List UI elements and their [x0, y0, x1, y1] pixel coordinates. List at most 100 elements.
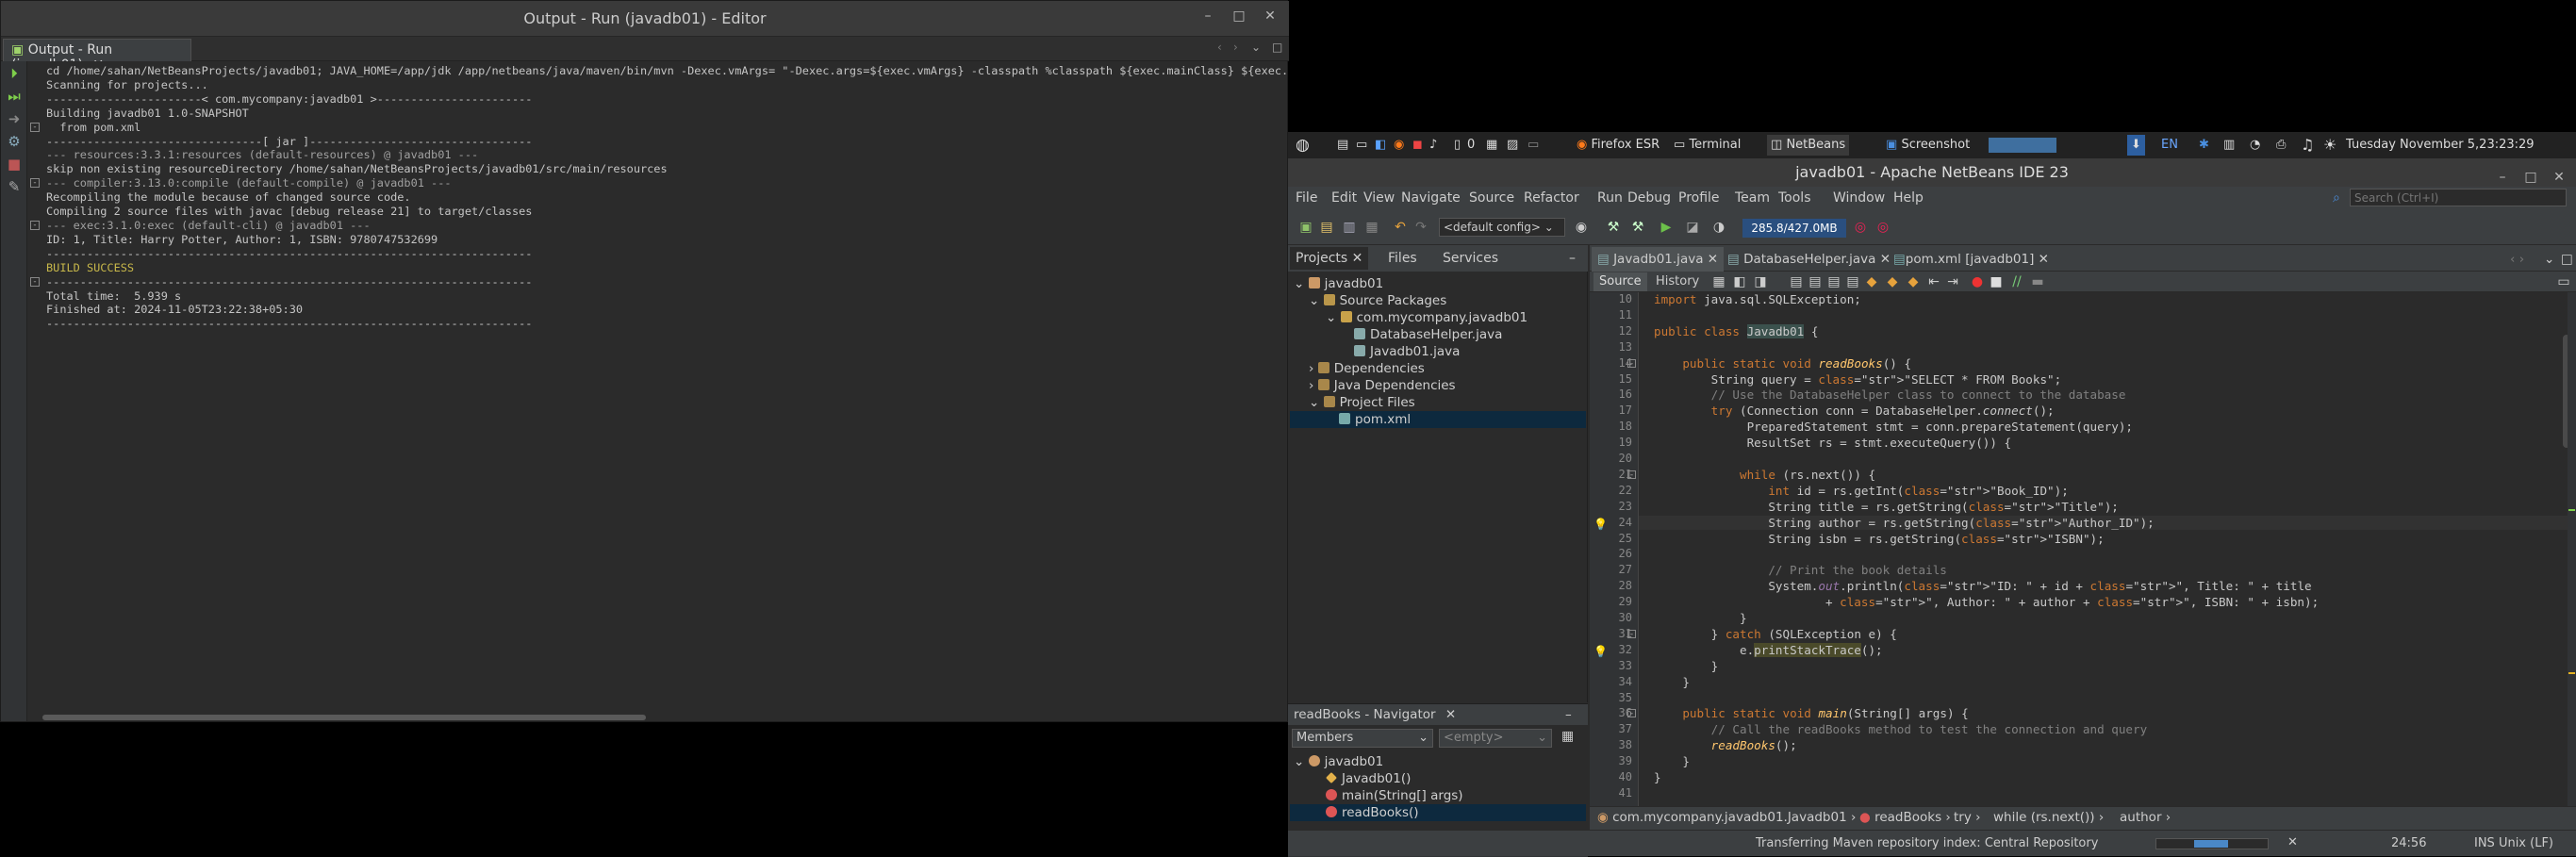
- menu-navigate[interactable]: Navigate: [1401, 190, 1461, 206]
- stop-icon[interactable]: ■: [6, 156, 23, 173]
- tab-list-icon[interactable]: ⌄: [1251, 41, 1261, 54]
- next-bookmark-icon[interactable]: ◆: [1884, 273, 1901, 290]
- editor-launcher-icon[interactable]: ◧: [1371, 135, 1390, 156]
- printer-icon[interactable]: ⎙: [2272, 135, 2289, 156]
- menu-file[interactable]: File: [1296, 190, 1317, 206]
- bluetooth-icon[interactable]: ✱: [2195, 135, 2213, 156]
- fold-toggle-icon[interactable]: -: [30, 220, 40, 230]
- fold-toggle-icon[interactable]: -: [1627, 470, 1636, 479]
- menu-edit[interactable]: Edit: [1331, 190, 1357, 206]
- task-screenshot[interactable]: ▣ Screenshot: [1882, 135, 1973, 156]
- menu-tools[interactable]: Tools: [1778, 190, 1811, 206]
- menu-team[interactable]: Team: [1735, 190, 1770, 206]
- hint-bulb-icon[interactable]: 💡: [1593, 518, 1608, 531]
- debug-icon[interactable]: ◪: [1684, 219, 1701, 236]
- code-area[interactable]: import java.sql.SQLException; public clas…: [1639, 292, 2572, 806]
- find-next-icon[interactable]: ▤: [1807, 273, 1824, 290]
- forward-icon[interactable]: ◨: [1752, 273, 1769, 290]
- music-icon[interactable]: ♫: [2297, 135, 2318, 156]
- scroll-left-icon[interactable]: ‹: [1217, 41, 1222, 54]
- menu-window[interactable]: Window: [1833, 190, 1885, 206]
- horizontal-scrollbar[interactable]: [42, 715, 646, 720]
- menu-profile[interactable]: Profile: [1678, 190, 1720, 206]
- source-mode-button[interactable]: Source: [1593, 272, 1647, 291]
- menu-view[interactable]: View: [1363, 190, 1395, 206]
- build-target-icon[interactable]: ◉: [1573, 219, 1590, 236]
- tree-file-pom[interactable]: pom.xml: [1290, 411, 1586, 428]
- breadcrumb-author[interactable]: author ›: [2120, 810, 2171, 825]
- keyboard-lang[interactable]: EN: [2157, 135, 2182, 156]
- tab-scroll-icon[interactable]: ‹ ›: [2504, 247, 2530, 272]
- tab-output-run[interactable]: ▣ Output - Run (javadb01) ✕: [3, 39, 191, 73]
- tab-files[interactable]: Files: [1382, 247, 1423, 270]
- tab-javadb01-java[interactable]: ▤ Javadb01.java ✕: [1592, 247, 1725, 272]
- toggle-bookmark-icon[interactable]: ◆: [1905, 273, 1922, 290]
- wrench-icon[interactable]: ✎: [6, 178, 23, 195]
- folder-icon[interactable]: ▦: [1482, 135, 1501, 156]
- minimize-panel-icon[interactable]: –: [1563, 247, 1581, 270]
- find-prev-icon[interactable]: ▤: [1788, 273, 1805, 290]
- menu-logo-icon[interactable]: ◍: [1292, 135, 1313, 156]
- save-all-icon[interactable]: ▦: [1363, 219, 1380, 236]
- fold-toggle-icon[interactable]: -: [30, 276, 40, 287]
- task-netbeans[interactable]: ◫ NetBeans: [1767, 135, 1850, 156]
- breadcrumb-class[interactable]: ◉ com.mycompany.javadb01.Javadb01 ›: [1597, 810, 1856, 825]
- prev-bookmark-icon[interactable]: ◆: [1863, 273, 1880, 290]
- build-icon[interactable]: ⚒: [1605, 219, 1622, 236]
- resume-icon[interactable]: ➜: [6, 110, 23, 127]
- config-select[interactable]: <default config> ⌄: [1439, 218, 1565, 237]
- fold-toggle-icon[interactable]: -: [1627, 709, 1636, 718]
- menu-run[interactable]: Run: [1597, 190, 1623, 206]
- breadcrumb-while[interactable]: while (rs.next()) ›: [1993, 810, 2104, 825]
- window-placeholder[interactable]: ▭: [1524, 135, 1543, 156]
- stop-macro-icon[interactable]: ■: [1988, 273, 2005, 290]
- close-tab-icon[interactable]: ✕: [1352, 251, 1363, 266]
- toggle-rect-icon[interactable]: ▤: [1844, 273, 1861, 290]
- phone-icon[interactable]: ▯: [1450, 135, 1464, 156]
- toggle-highlight-icon[interactable]: ▤: [1825, 273, 1842, 290]
- task-terminal[interactable]: ▭ Terminal: [1670, 135, 1744, 156]
- task-active-indicator[interactable]: [1989, 138, 2056, 153]
- comment-icon[interactable]: //: [2008, 273, 2025, 290]
- rerun-icon[interactable]: ⏵: [6, 65, 23, 82]
- members-select[interactable]: Members ⌄: [1292, 729, 1433, 748]
- minimize-panel-icon[interactable]: –: [1565, 704, 1572, 725]
- minimize-icon[interactable]: –: [1198, 8, 1217, 24]
- change-marker[interactable]: [2568, 509, 2575, 511]
- last-edit-icon[interactable]: ▦: [1710, 273, 1727, 290]
- nav-main[interactable]: main(String[] args): [1326, 787, 1463, 804]
- tab-pom-xml[interactable]: ▤pom.xml [javadb01] ✕: [1888, 247, 2055, 272]
- new-project-icon[interactable]: ▤: [1318, 219, 1335, 236]
- audio-launcher-icon[interactable]: ♪: [1426, 135, 1441, 156]
- settings-icon[interactable]: ⚙: [6, 133, 23, 150]
- breadcrumb-method[interactable]: ● readBooks ›: [1859, 810, 1951, 825]
- output-console[interactable]: cd /home/sahan/NetBeansProjects/javadb01…: [27, 61, 1287, 717]
- menu-source[interactable]: Source: [1469, 190, 1514, 206]
- clock[interactable]: Tuesday November 5,23:23:29: [2342, 135, 2538, 156]
- gc-icon[interactable]: ◎: [1852, 219, 1869, 236]
- image-icon[interactable]: ▨: [1503, 135, 1522, 156]
- memory-indicator[interactable]: 285.8/427.0MB: [1742, 219, 1846, 238]
- tree-package[interactable]: ⌄ com.mycompany.javadb01: [1326, 309, 1527, 326]
- update-icon[interactable]: ▥: [2220, 135, 2238, 156]
- close-tab-icon[interactable]: ✕: [1708, 252, 1718, 267]
- maximize-icon[interactable]: □: [1230, 8, 1248, 24]
- app-launcher-icon[interactable]: ◼: [1409, 135, 1427, 156]
- navigator-options-icon[interactable]: ▦: [1561, 729, 1574, 744]
- tab-databasehelper-java[interactable]: ▤ DatabaseHelper.java ✕: [1722, 247, 1896, 272]
- download-icon[interactable]: ⬇: [2127, 135, 2145, 156]
- workspace-number[interactable]: 0: [1463, 135, 1478, 156]
- tree-source-packages[interactable]: ⌄ Source Packages: [1309, 292, 1446, 309]
- hint-bulb-icon[interactable]: 💡: [1593, 645, 1608, 658]
- fold-toggle-icon[interactable]: -: [1627, 358, 1636, 368]
- clean-build-icon[interactable]: ⚒: [1629, 219, 1646, 236]
- cancel-task-icon[interactable]: ✕: [2287, 835, 2298, 849]
- close-tab-icon[interactable]: ✕: [2039, 252, 2049, 267]
- run-icon[interactable]: ▶: [1658, 219, 1675, 236]
- maximize-panel-icon[interactable]: □: [1272, 41, 1282, 54]
- rerun-goals-icon[interactable]: ⏭: [6, 88, 23, 105]
- menu-help[interactable]: Help: [1893, 190, 1924, 206]
- maximize-editor-icon[interactable]: □: [2555, 247, 2576, 272]
- warning-marker[interactable]: [2568, 672, 2575, 674]
- shift-left-icon[interactable]: ⇤: [1925, 273, 1942, 290]
